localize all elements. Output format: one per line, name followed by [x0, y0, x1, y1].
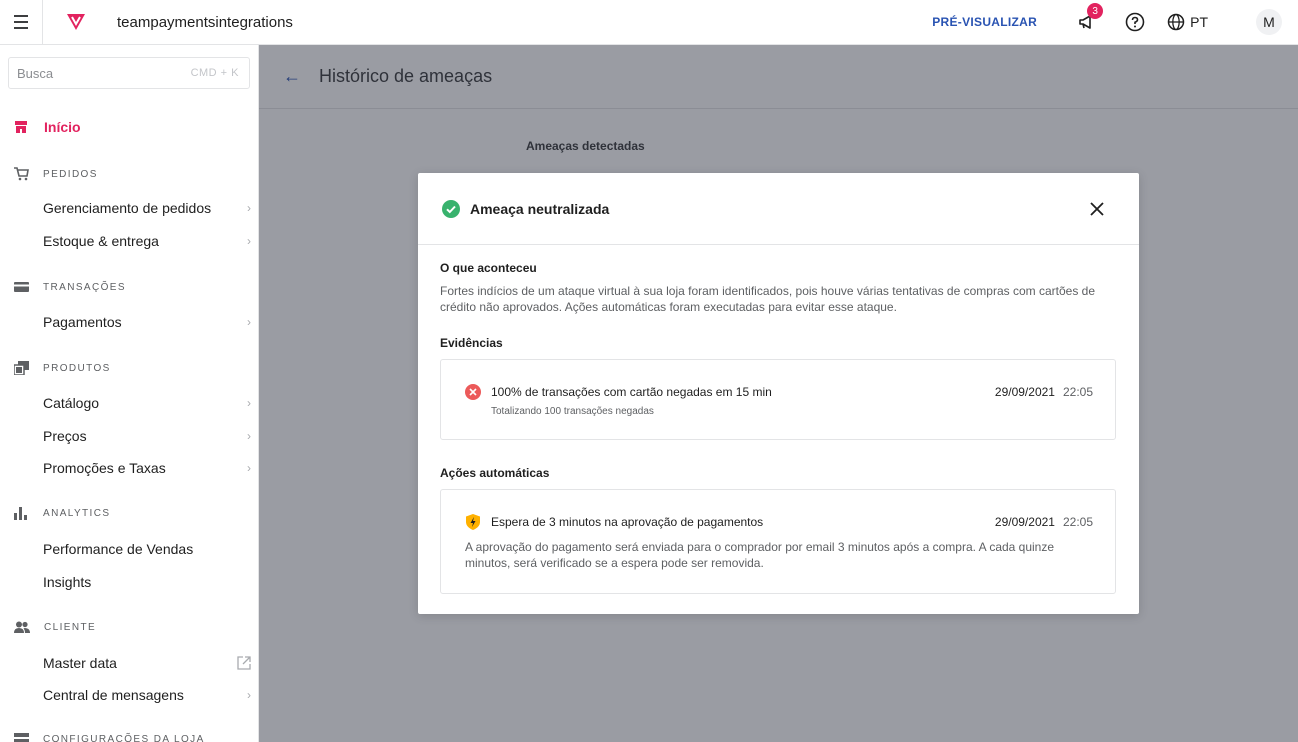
action-title-text: Espera de 3 minutos na aprovação de paga… [491, 515, 764, 529]
sidebar: Busca CMD + K Início PEDIDOS Gerenciamen… [0, 45, 259, 742]
card-icon [14, 282, 29, 292]
lightning-shield-icon [466, 514, 480, 530]
hamburger-icon [14, 13, 28, 31]
section-label: CONFIGURAÇÕES DA LOJA [43, 734, 205, 742]
language-label: PT [1190, 14, 1208, 30]
notifications-button[interactable]: 3 [1077, 3, 1104, 32]
close-icon[interactable] [1087, 199, 1107, 219]
modal-body: O que aconteceu Fortes indícios de um at… [418, 245, 1139, 594]
sidebar-item-label: Estoque & entrega [43, 233, 159, 249]
top-bar: teampayments​integrations PRÉ-VISUALIZAR… [0, 0, 1298, 45]
search-input[interactable]: Busca CMD + K [8, 57, 250, 89]
what-happened-title: O que aconteceu [440, 261, 537, 275]
sidebar-item-master-data[interactable]: Master data [43, 655, 251, 671]
sidebar-item-label: Preços [43, 428, 87, 444]
sidebar-item-prices[interactable]: Preços › [43, 428, 251, 444]
cart-icon [14, 167, 29, 181]
users-icon [14, 621, 30, 633]
help-icon [1125, 12, 1145, 32]
error-circle-icon [465, 384, 481, 400]
sidebar-item-label: Gerenciamento de pedidos [43, 200, 212, 216]
chart-icon [14, 507, 27, 520]
sidebar-item-payments[interactable]: Pagamentos › [43, 314, 251, 330]
help-button[interactable] [1125, 12, 1145, 32]
sidebar-item-sales-performance[interactable]: Performance de Vendas [43, 541, 251, 557]
modal-header: Ameaça neutralizada [418, 173, 1139, 245]
sidebar-item-label: Central de mensagens [43, 687, 184, 703]
sidebar-item-catalog[interactable]: Catálogo › [43, 395, 251, 411]
store-settings-icon [14, 733, 29, 742]
avatar[interactable]: M [1256, 9, 1282, 35]
section-label: PEDIDOS [43, 168, 98, 180]
evidence-card: 100% de transações com cartão negadas em… [440, 359, 1116, 440]
action-date: 29/09/2021 [994, 515, 1055, 529]
section-products: PRODUTOS [14, 361, 111, 375]
sidebar-item-inventory[interactable]: Estoque & entrega › [43, 233, 251, 249]
chevron-right-icon: › [247, 461, 251, 475]
section-store-settings: CONFIGURAÇÕES DA LOJA [14, 733, 205, 742]
search-shortcut: CMD + K [190, 67, 239, 79]
external-link-icon [237, 656, 251, 670]
action-time: 22:05 [1062, 515, 1093, 529]
vtex-logo[interactable] [65, 11, 87, 33]
section-label: ANALYTICS [43, 508, 111, 519]
evidence-time: 22:05 [1062, 385, 1093, 399]
evidence-title-text: 100% de transações com cartão negadas em… [491, 385, 772, 399]
evidence-title: Evidências [440, 336, 503, 350]
search-placeholder: Busca [17, 65, 54, 81]
chevron-right-icon: › [247, 396, 251, 410]
sidebar-item-label: Promoções e Taxas [43, 460, 166, 476]
action-card: Espera de 3 minutos na aprovação de paga… [440, 489, 1116, 594]
notification-badge: 3 [1087, 3, 1104, 19]
chevron-right-icon: › [247, 688, 251, 702]
section-label: TRANSAÇÕES [43, 281, 126, 293]
account-name: teampayments​integrations [117, 13, 293, 31]
products-icon [14, 361, 29, 375]
preview-link[interactable]: PRÉ-VISUALIZAR [932, 15, 1037, 29]
chevron-right-icon: › [247, 234, 251, 248]
section-analytics: ANALYTICS [14, 507, 110, 520]
threat-modal: Ameaça neutralizada O que aconteceu Fort… [418, 173, 1139, 614]
what-happened-text: Fortes indícios de um ataque virtual à s… [440, 284, 1096, 314]
evidence-subtitle: Totalizando 100 transações negadas [491, 406, 654, 417]
section-label: PRODUTOS [43, 362, 111, 374]
section-customer: CLIENTE [14, 621, 96, 634]
language-selector[interactable]: PT [1167, 13, 1208, 31]
chevron-right-icon: › [247, 429, 251, 443]
modal-title: Ameaça neutralizada [470, 200, 610, 217]
sidebar-item-home[interactable]: Início [14, 119, 81, 135]
check-circle-icon [442, 199, 460, 218]
sidebar-item-label: Catálogo [43, 395, 100, 411]
evidence-date: 29/09/2021 [994, 385, 1055, 399]
sidebar-item-label: Pagamentos [43, 314, 122, 330]
store-icon [15, 121, 27, 133]
sidebar-item-promotions[interactable]: Promoções e Taxas › [43, 460, 251, 476]
section-orders: PEDIDOS [14, 167, 98, 181]
sidebar-item-label: Performance de Vendas [43, 541, 194, 557]
sidebar-item-label: Insights [43, 574, 92, 590]
evidence-row: 100% de transações com cartão negadas em… [465, 384, 1093, 400]
menu-button[interactable] [0, 0, 43, 45]
globe-icon [1167, 13, 1185, 31]
action-row: Espera de 3 minutos na aprovação de paga… [465, 514, 1093, 530]
sidebar-item-label: Master data [43, 655, 117, 671]
section-label: CLIENTE [44, 622, 97, 633]
sidebar-item-order-management[interactable]: Gerenciamento de pedidos › [43, 200, 251, 216]
auto-actions-title: Ações automáticas [440, 466, 550, 480]
sidebar-item-insights[interactable]: Insights [43, 574, 251, 590]
action-description: A aprovação do pagamento será enviada pa… [465, 540, 1055, 570]
section-transactions: TRANSAÇÕES [14, 281, 126, 293]
chevron-right-icon: › [247, 315, 251, 329]
sidebar-item-label: Início [44, 119, 81, 135]
sidebar-item-message-center[interactable]: Central de mensagens › [43, 687, 251, 703]
chevron-right-icon: › [247, 201, 251, 215]
